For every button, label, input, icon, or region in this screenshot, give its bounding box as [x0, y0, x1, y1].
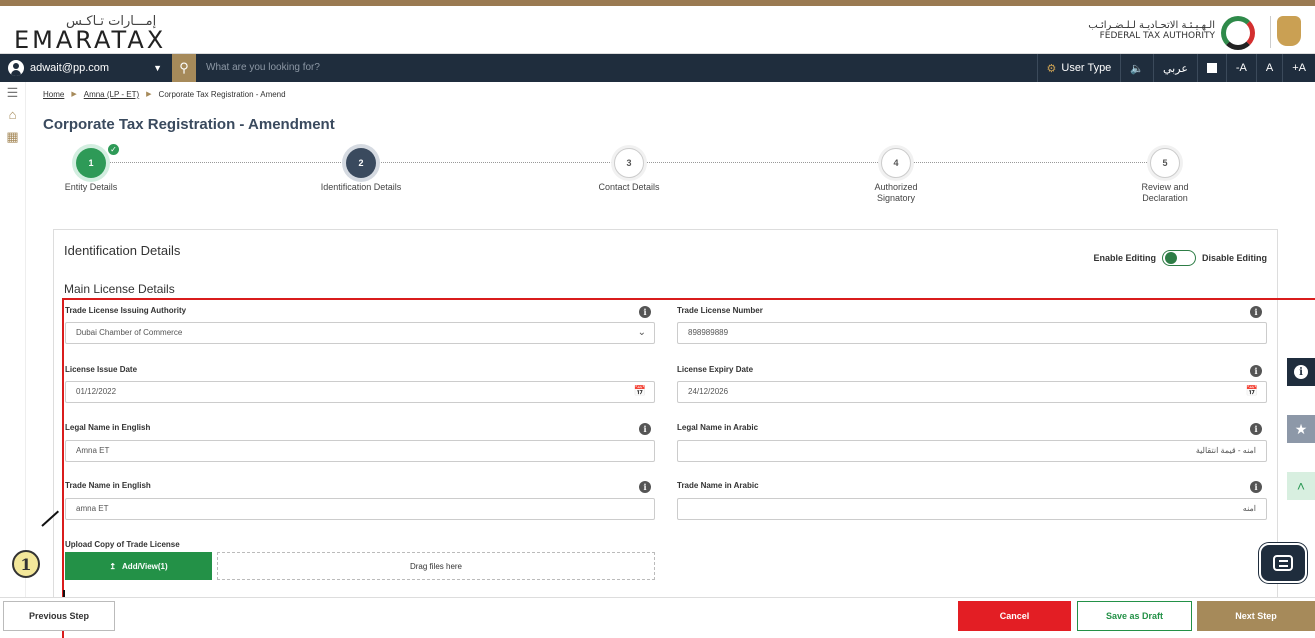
fta-logo-text: الـهـيـئـة الاتحـاديـة لـلـضـرائـب FEDER… — [1088, 20, 1215, 42]
emaratax-logo[interactable]: EMARATAX — [14, 26, 166, 54]
speaker-icon: 🔈 — [1130, 62, 1144, 75]
search-button[interactable]: ⚲ — [172, 54, 196, 82]
annotation-highlight-box — [62, 298, 1315, 638]
header-divider — [1270, 16, 1271, 48]
step-5-label: Review and Declaration — [1105, 182, 1225, 204]
font-increase-button[interactable]: +A — [1282, 54, 1315, 82]
home-icon[interactable]: ⌂ — [0, 104, 25, 126]
top-navbar: adwait@pp.com ▼ ⚲ What are you looking f… — [0, 54, 1315, 82]
step-connector — [913, 162, 1149, 163]
text-to-speech-button[interactable]: 🔈 — [1120, 54, 1153, 82]
star-icon: ★ — [1295, 421, 1308, 438]
user-menu[interactable]: adwait@pp.com ▼ — [0, 54, 172, 82]
font-normal-button[interactable]: A — [1256, 54, 1282, 82]
search-input[interactable]: What are you looking for? — [196, 54, 1020, 82]
disable-editing-label: Disable Editing — [1202, 253, 1267, 263]
editing-switch[interactable] — [1162, 250, 1196, 266]
section-title: Identification Details — [64, 243, 180, 258]
section-subtitle: Main License Details — [64, 282, 175, 296]
step-1-circle[interactable]: 1 — [76, 148, 106, 178]
search-icon: ⚲ — [179, 60, 189, 76]
fta-name-english: FEDERAL TAX AUTHORITY — [1088, 31, 1215, 42]
user-type-button[interactable]: ⚙ User Type — [1037, 54, 1121, 82]
double-chevron-up-icon: ˄ — [1297, 478, 1305, 494]
scroll-top-button[interactable]: ˄ — [1287, 472, 1315, 500]
step-1-label: Entity Details — [31, 182, 151, 193]
breadcrumb: Home ▶ Amna (LP - ET) ▶ Corporate Tax Re… — [43, 90, 286, 99]
save-draft-button[interactable]: Save as Draft — [1077, 601, 1192, 631]
info-panel-button[interactable]: i — [1287, 358, 1315, 386]
breadcrumb-separator-icon: ▶ — [146, 90, 151, 99]
user-avatar-icon — [8, 60, 24, 76]
progress-stepper: 1 ✓ Entity Details 2 Identification Deta… — [0, 146, 1315, 206]
breadcrumb-home[interactable]: Home — [43, 90, 64, 99]
contrast-icon — [1207, 63, 1217, 73]
language-toggle[interactable]: عربي — [1153, 54, 1197, 82]
step-4-label: Authorized Signatory — [836, 182, 956, 204]
site-header: إمـــارات تـاكـس EMARATAX الـهـيـئـة الا… — [0, 6, 1315, 54]
fta-emblem-icon — [1221, 16, 1255, 50]
favorite-button[interactable]: ★ — [1287, 415, 1315, 443]
user-type-label: User Type — [1061, 62, 1111, 74]
uae-emblem-icon — [1277, 16, 1301, 46]
step-4-circle[interactable]: 4 — [881, 148, 911, 178]
enable-editing-label: Enable Editing — [1093, 253, 1156, 263]
page-title: Corporate Tax Registration - Amendment — [43, 116, 335, 133]
info-icon: i — [1294, 365, 1308, 379]
cancel-button[interactable]: Cancel — [958, 601, 1071, 631]
step-connector — [645, 162, 880, 163]
step-3-label: Contact Details — [569, 182, 689, 193]
step-connector — [105, 162, 345, 163]
chat-icon — [1273, 555, 1293, 571]
chat-button[interactable] — [1259, 543, 1307, 583]
breadcrumb-separator-icon: ▶ — [71, 90, 76, 99]
step-2-label: Identification Details — [301, 182, 421, 193]
contrast-button[interactable] — [1197, 54, 1226, 82]
chevron-down-icon: ▼ — [153, 63, 162, 73]
step-connector — [378, 162, 612, 163]
next-step-button[interactable]: Next Step — [1197, 601, 1315, 631]
step-3-circle[interactable]: 3 — [614, 148, 644, 178]
step-2-circle[interactable]: 2 — [346, 148, 376, 178]
breadcrumb-current: Corporate Tax Registration - Amend — [159, 90, 286, 99]
step-5-circle[interactable]: 5 — [1150, 148, 1180, 178]
checkmark-icon: ✓ — [107, 143, 120, 156]
navbar-tools: ⚙ User Type 🔈 عربي -A A +A — [1037, 54, 1315, 82]
edit-toggle: Enable Editing Disable Editing — [1093, 250, 1267, 266]
annotation-marker: 1 — [12, 550, 40, 578]
menu-icon[interactable]: ☰ — [0, 82, 25, 104]
font-decrease-button[interactable]: -A — [1226, 54, 1256, 82]
apps-grid-icon[interactable]: ▦ — [0, 126, 25, 148]
fta-name-arabic: الـهـيـئـة الاتحـاديـة لـلـضـرائـب — [1088, 20, 1215, 31]
previous-step-button[interactable]: Previous Step — [3, 601, 115, 631]
gear-icon: ⚙ — [1047, 62, 1057, 75]
breadcrumb-entity[interactable]: Amna (LP - ET) — [84, 90, 139, 99]
user-email: adwait@pp.com — [30, 62, 109, 74]
footer-actions: Previous Step Cancel Save as Draft Next … — [0, 597, 1315, 631]
